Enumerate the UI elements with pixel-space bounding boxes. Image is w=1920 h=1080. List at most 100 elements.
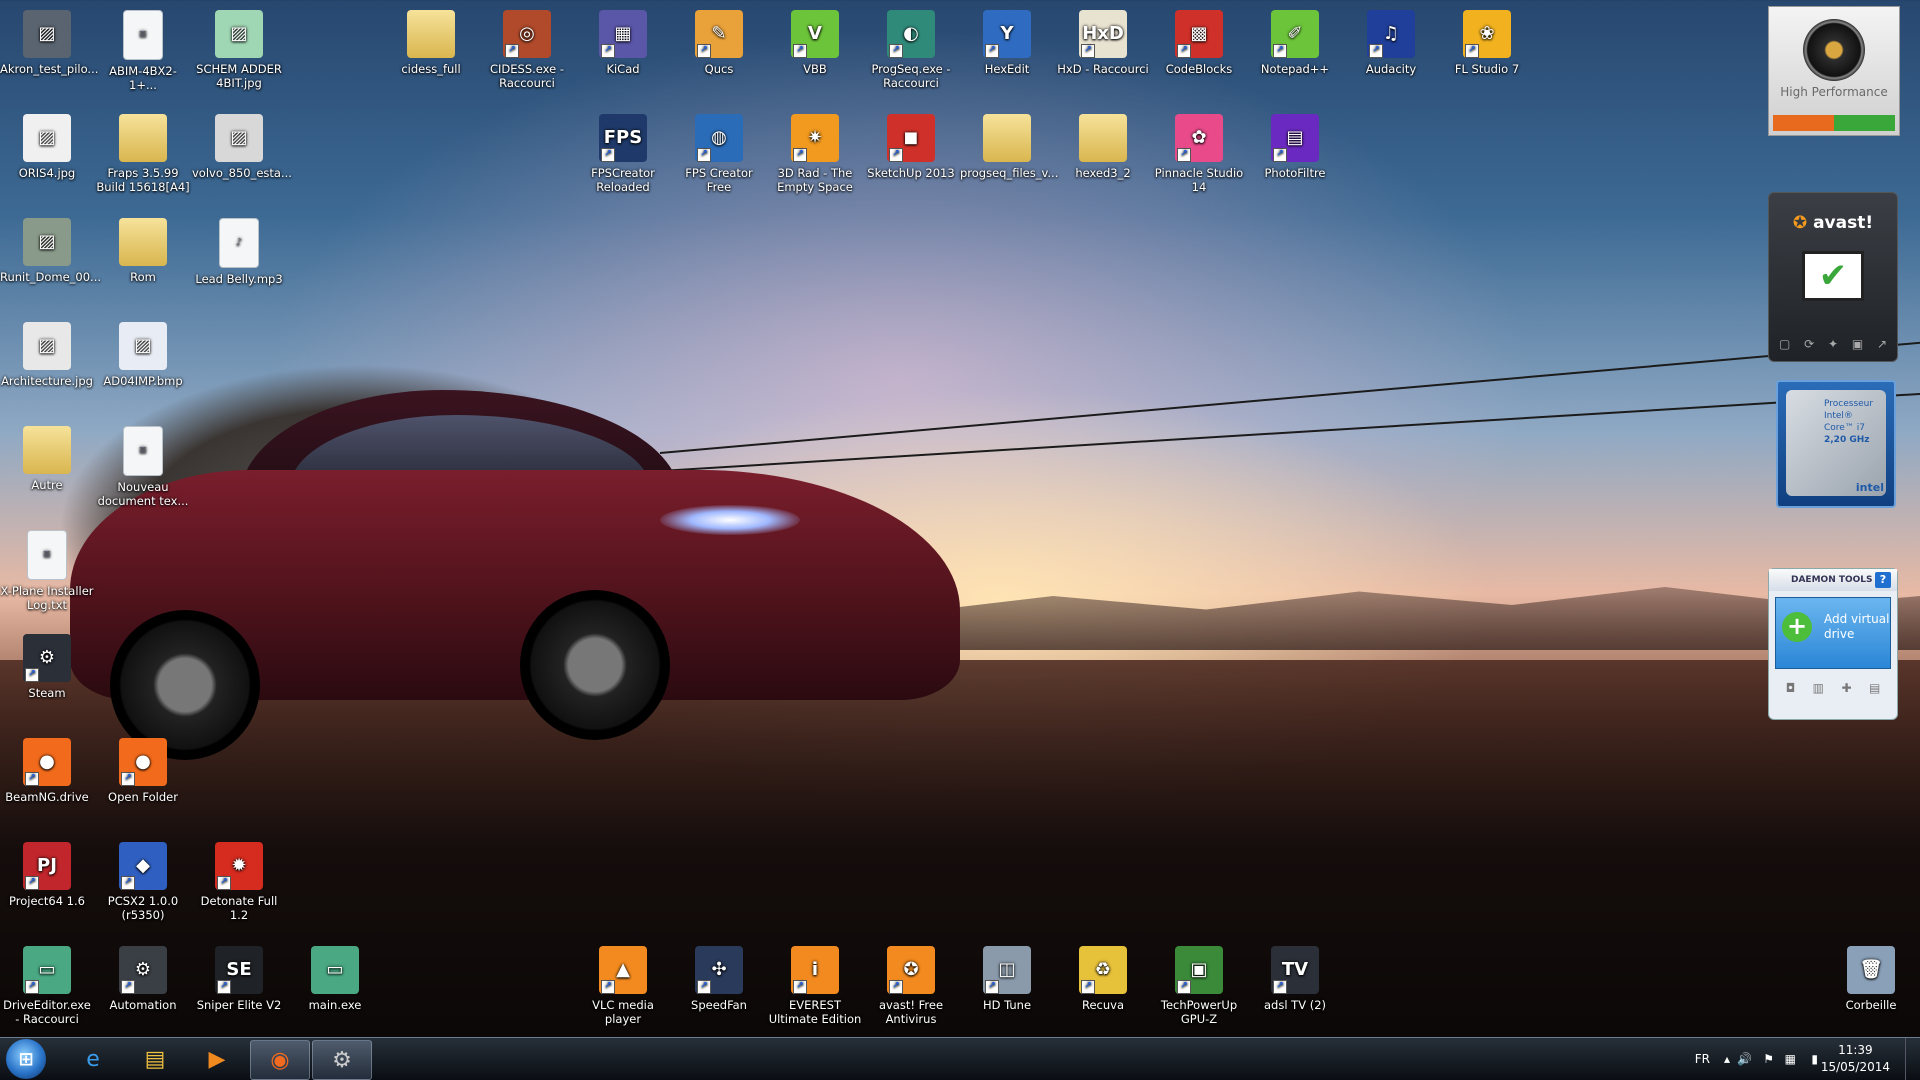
volume-icon[interactable]: 🔊 xyxy=(1737,1038,1752,1080)
desktop-icon-hxd[interactable]: HxD ↗ HxD - Raccourci xyxy=(1056,10,1150,76)
desktop-icon-everest[interactable]: i ↗ EVEREST Ultimate Edition xyxy=(768,946,862,1026)
desktop-icon-label: Autre xyxy=(31,478,63,492)
facebook-icon[interactable]: ▣ xyxy=(1852,337,1863,351)
desktop-icon-3drad[interactable]: ✷ ↗ 3D Rad - The Empty Space xyxy=(768,114,862,194)
window-icon[interactable]: ▢ xyxy=(1779,337,1790,351)
desktop-icon-pcsx2[interactable]: ◆ ↗ PCSX2 1.0.0 (r5350) xyxy=(96,842,190,922)
desktop-icon-cidess_full[interactable]: cidess_full xyxy=(384,10,478,76)
desktop-icon-automation[interactable]: ⚙ ↗ Automation xyxy=(96,946,190,1012)
rainbow-icon: ▤ ↗ xyxy=(1271,114,1319,162)
hexedit-icon: Y ↗ xyxy=(983,10,1031,58)
desktop-icon-akron[interactable]: ▨ Akron_test_pilo... xyxy=(0,10,98,76)
power-plan-gadget[interactable]: High Performance xyxy=(1768,6,1900,136)
desktop-icon-fpscreatorfree[interactable]: ◍ ↗ FPS Creator Free xyxy=(672,114,766,194)
taskbar-steam-button[interactable]: ⚙ xyxy=(312,1040,372,1080)
system-clock[interactable]: 11:39 15/05/2014 xyxy=(1821,1042,1890,1076)
desktop-icon-pinnacle[interactable]: ✿ ↗ Pinnacle Studio 14 xyxy=(1152,114,1246,194)
desktop-icon-qucs[interactable]: ✎ ↗ Qucs xyxy=(672,10,766,76)
desktop-icon-openfolder[interactable]: ● ↗ Open Folder xyxy=(96,738,190,804)
refresh-icon[interactable]: ⟳ xyxy=(1804,337,1814,351)
desktop-icon-avastfree[interactable]: ✪ ↗ avast! Free Antivirus xyxy=(864,946,958,1026)
desktop-icon-runit[interactable]: ▨ Runit_Dome_00... xyxy=(0,218,101,284)
desktop-icon-label: DriveEditor.exe - Raccourci xyxy=(3,998,91,1026)
desktop-icon-mainexe[interactable]: ▭ main.exe xyxy=(288,946,382,1012)
drive-icon[interactable]: ▤ xyxy=(1869,681,1880,695)
desktop-icon-driveeditor[interactable]: ▭ ↗ DriveEditor.exe - Raccourci xyxy=(0,946,94,1026)
desktop-icon-codeblocks[interactable]: ▩ ↗ CodeBlocks xyxy=(1152,10,1246,76)
desktop-icon-vbb[interactable]: V ↗ VBB xyxy=(768,10,862,76)
desktop-icon-autre[interactable]: Autre xyxy=(0,426,94,492)
add-virtual-drive-button[interactable]: + Add virtual drive xyxy=(1775,597,1891,669)
shortcut-arrow-icon: ↗ xyxy=(793,148,807,162)
desktop-icon-architecture[interactable]: ▨ Architecture.jpg xyxy=(0,322,94,388)
desktop-icon-photofiltre[interactable]: ▤ ↗ PhotoFiltre xyxy=(1248,114,1342,180)
network-icon[interactable]: ▮ xyxy=(1811,1038,1818,1080)
add-icon[interactable]: ✚ xyxy=(1841,681,1851,695)
show-hidden-icons-icon[interactable]: ▴ xyxy=(1724,1038,1730,1080)
desktop-icon-flstudio[interactable]: ❀ ↗ FL Studio 7 xyxy=(1440,10,1534,76)
desktop-icon-recuva[interactable]: ♻ ↗ Recuva xyxy=(1056,946,1150,1012)
desktop-icon-sketchup[interactable]: ◼ ↗ SketchUp 2013 xyxy=(864,114,958,180)
music-file-icon: ♪ xyxy=(219,218,259,268)
desktop-icon-steam[interactable]: ⚙ ↗ Steam xyxy=(0,634,94,700)
desktop-icon-detonate[interactable]: ✹ ↗ Detonate Full 1.2 xyxy=(192,842,286,922)
desktop-icon-xplane[interactable]: ≡ X-Plane Installer Log.txt xyxy=(0,530,94,612)
document-icon: ≡ xyxy=(27,530,67,580)
desktop-icon-hexed3[interactable]: hexed3_2 xyxy=(1056,114,1150,180)
desktop-icon-oris4[interactable]: ▨ ORIS4.jpg xyxy=(0,114,94,180)
desktop-icon-kicad[interactable]: ▦ ↗ KiCad xyxy=(576,10,670,76)
desktop-icon-sniper[interactable]: SE ↗ Sniper Elite V2 xyxy=(192,946,286,1012)
mount-icon[interactable]: ◘ xyxy=(1786,681,1796,695)
action-center-flag-icon[interactable]: ⚑ xyxy=(1763,1038,1774,1080)
share-icon[interactable]: ↗ xyxy=(1877,337,1887,351)
twitter-icon[interactable]: ✦ xyxy=(1828,337,1838,351)
desktop-icon-audacity[interactable]: ♫ ↗ Audacity xyxy=(1344,10,1438,76)
desktop-icon-adsltv[interactable]: TV ↗ adsl TV (2) xyxy=(1248,946,1342,1012)
desktop-icon-label: main.exe xyxy=(308,998,362,1012)
avast-gadget[interactable]: ✪ avast! ✔ ▢ ⟳ ✦ ▣ ↗ xyxy=(1768,192,1898,362)
shortcut-arrow-icon: ↗ xyxy=(793,44,807,58)
desktop-icon-vlc[interactable]: ▲ ↗ VLC media player xyxy=(576,946,670,1026)
desktop-icon-hexedit[interactable]: Y ↗ HexEdit xyxy=(960,10,1054,76)
start-button[interactable]: ⊞ xyxy=(6,1039,46,1079)
shortcut-arrow-icon: ↗ xyxy=(601,44,615,58)
taskbar-firefox-button[interactable]: ◉ xyxy=(250,1040,310,1080)
folder-icon xyxy=(1079,114,1127,162)
desktop-icon-leadbelly[interactable]: ♪ Lead Belly.mp3 xyxy=(192,218,286,286)
recycle-bin-icon: 🗑 xyxy=(1847,946,1895,994)
power-plan-bar[interactable] xyxy=(1773,115,1895,131)
desktop-icon-hdtune[interactable]: ◫ ↗ HD Tune xyxy=(960,946,1054,1012)
desktop-icon-cidess_exe[interactable]: ◎ ↗ CIDESS.exe - Raccourci xyxy=(480,10,574,90)
taskbar-mediaplayer-button[interactable]: ▶ xyxy=(188,1040,246,1078)
desktop-icon-fpscreator[interactable]: FPS ↗ FPSCreator Reloaded xyxy=(576,114,670,194)
intel-logo: intel xyxy=(1855,481,1884,494)
lock-icon[interactable]: ▥ xyxy=(1813,681,1824,695)
desktop-icon-nouveau[interactable]: ≡ Nouveau document tex... xyxy=(96,426,190,508)
show-desktop-button[interactable] xyxy=(1905,1038,1920,1080)
wallpaper-ridge xyxy=(900,587,1920,650)
taskbar-explorer-button[interactable]: ▤ xyxy=(126,1040,184,1078)
desktop-icon-label: Notepad++ xyxy=(1260,62,1330,76)
desktop-icon-abim[interactable]: ≡ ABIM-4BX2-1+... xyxy=(96,10,190,92)
desktop-icon-notepadpp[interactable]: ✐ ↗ Notepad++ xyxy=(1248,10,1342,76)
desktop-icon-fraps[interactable]: Fraps 3.5.99 Build 15618[A4] xyxy=(96,114,190,194)
desktop-icon-speedfan[interactable]: ✣ ↗ SpeedFan xyxy=(672,946,766,1012)
taskbar-ie-button[interactable]: e xyxy=(64,1040,122,1078)
desktop-icon-progseq[interactable]: ◐ ↗ ProgSeq.exe - Raccourci xyxy=(864,10,958,90)
device-icon[interactable]: ▦ xyxy=(1785,1038,1796,1080)
shortcut-arrow-icon: ↗ xyxy=(1273,44,1287,58)
desktop-icon-label: Recuva xyxy=(1081,998,1124,1012)
desktop-icon-gpuz[interactable]: ▣ ↗ TechPowerUp GPU-Z xyxy=(1152,946,1246,1026)
desktop-icon-rom[interactable]: Rom xyxy=(96,218,190,284)
help-button[interactable]: ? xyxy=(1875,572,1891,588)
desktop-icon-corbeille[interactable]: 🗑 Corbeille xyxy=(1824,946,1918,1012)
desktop-icon-project64[interactable]: PJ ↗ Project64 1.6 xyxy=(0,842,94,908)
desktop-icon-progseq_files[interactable]: progseq_files_v... xyxy=(960,114,1058,180)
desktop-icon-beamng[interactable]: ● ↗ BeamNG.drive xyxy=(0,738,94,804)
desktop-icon-ad04imp[interactable]: ▨ AD04IMP.bmp xyxy=(96,322,190,388)
desktop-icon-volvo[interactable]: ▨ volvo_850_esta... xyxy=(192,114,292,180)
shortcut-arrow-icon: ↗ xyxy=(121,980,135,994)
desktop-icon-schem[interactable]: ▨ SCHEM ADDER 4BIT.jpg xyxy=(192,10,286,90)
language-indicator[interactable]: FR xyxy=(1695,1038,1710,1080)
daemon-tools-gadget[interactable]: DAEMON TOOLS ? + Add virtual drive ◘ ▥ ✚… xyxy=(1768,568,1898,720)
